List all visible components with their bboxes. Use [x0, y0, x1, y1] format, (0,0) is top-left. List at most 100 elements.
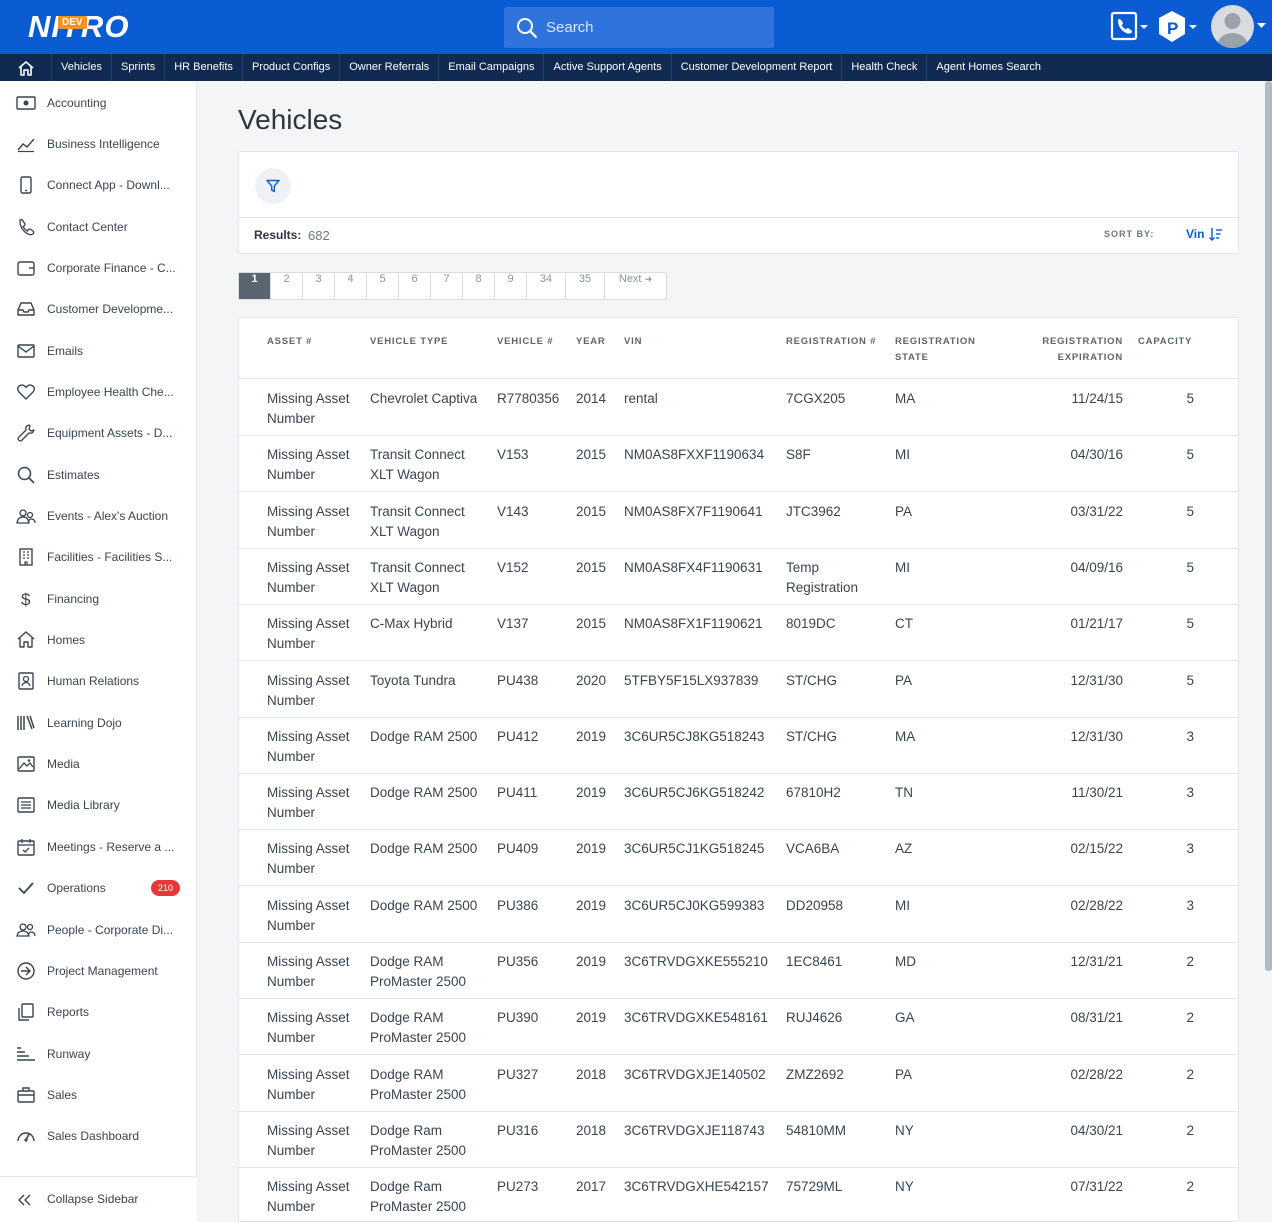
nav-link-active-support-agents[interactable]: Active Support Agents: [544, 54, 672, 81]
sidebar-item-media-library[interactable]: Media Library: [0, 785, 196, 826]
cell-reg: Temp Registration: [786, 559, 859, 595]
sidebar-item-homes[interactable]: Homes: [0, 620, 196, 661]
column-header-vin[interactable]: VIN: [624, 334, 642, 350]
phone-menu-icon[interactable]: [1110, 10, 1148, 44]
sidebar-item-contact-center[interactable]: Contact Center: [0, 206, 196, 247]
sidebar-item-project-management[interactable]: Project Management: [0, 950, 196, 991]
parking-menu-icon[interactable]: P: [1157, 10, 1199, 44]
next-page-button[interactable]: Next ➜: [605, 273, 666, 299]
nav-link-vehicles[interactable]: Vehicles: [52, 54, 112, 81]
home-nav-button[interactable]: [0, 54, 52, 81]
page-button-6[interactable]: 6: [399, 273, 431, 299]
table-row[interactable]: Missing Asset Number Dodge RAM 2500 PU386 2…: [239, 886, 1238, 943]
cell-asset: Missing Asset Number: [267, 841, 350, 877]
column-header-year[interactable]: YEAR: [576, 334, 606, 350]
sidebar-item-sales-dashboard[interactable]: Sales Dashboard: [0, 1116, 196, 1157]
sidebar-item-estimates[interactable]: Estimates: [0, 454, 196, 495]
sidebar-item-meetings-reserve-a[interactable]: Meetings - Reserve a ...: [0, 826, 196, 867]
column-header-vehicle-number[interactable]: VEHICLE #: [497, 334, 553, 350]
page-scrollbar[interactable]: [1265, 81, 1272, 971]
cell-exp: 12/31/21: [1070, 954, 1123, 969]
cell-vehicle: PU273: [497, 1179, 539, 1195]
nav-link-owner-referrals[interactable]: Owner Referrals: [340, 54, 440, 81]
cell-asset: Missing Asset Number: [267, 1066, 350, 1102]
nav-link-agent-homes-search[interactable]: Agent Homes Search: [927, 54, 1050, 81]
table-row[interactable]: Missing Asset Number Toyota Tundra PU438 20…: [239, 661, 1238, 718]
sidebar-item-human-relations[interactable]: Human Relations: [0, 661, 196, 702]
sidebar-item-financing[interactable]: $ Financing: [0, 578, 196, 619]
sidebar-item-business-intelligence[interactable]: Business Intelligence: [0, 123, 196, 164]
chevron-down-icon[interactable]: [1257, 23, 1266, 29]
table-row[interactable]: Missing Asset Number Dodge RAM 2500 PU409 2…: [239, 829, 1238, 887]
table-row[interactable]: Missing Asset Number Dodge RAM ProMaster …: [239, 942, 1238, 999]
sidebar-item-operations[interactable]: Operations 210: [0, 868, 196, 909]
table-row[interactable]: Missing Asset Number Dodge Ram ProMaster …: [239, 1167, 1238, 1221]
column-header-asset[interactable]: ASSET #: [267, 334, 312, 350]
table-row[interactable]: Missing Asset Number Transit Connect XLT …: [239, 435, 1238, 493]
nitro-logo[interactable]: NITRO DEV: [28, 10, 154, 44]
page-button-35[interactable]: 35: [566, 273, 605, 299]
cell-reg: 8019DC: [786, 616, 836, 632]
sidebar-item-runway[interactable]: Runway: [0, 1033, 196, 1074]
collapse-sidebar-button[interactable]: Collapse Sidebar: [0, 1176, 197, 1222]
column-header-registration-number[interactable]: REGISTRATION #: [786, 334, 876, 350]
column-header-registration-expiration[interactable]: REGISTRATION EXPIRATION: [1023, 334, 1123, 366]
sidebar-item-emails[interactable]: Emails: [0, 330, 196, 371]
cell-year: 2015: [576, 559, 607, 575]
nav-link-hr-benefits[interactable]: HR Benefits: [165, 54, 243, 81]
search-box[interactable]: [504, 7, 774, 48]
sidebar-item-connect-app-downl[interactable]: Connect App - Downl...: [0, 165, 196, 206]
page-button-9[interactable]: 9: [495, 273, 527, 299]
sidebar-item-learning-dojo[interactable]: Learning Dojo: [0, 702, 196, 743]
sidebar-item-customer-developme[interactable]: Customer Developme...: [0, 289, 196, 330]
table-row[interactable]: Missing Asset Number Dodge Ram ProMaster …: [239, 1111, 1238, 1168]
sidebar-item-employee-health-che[interactable]: Employee Health Che...: [0, 371, 196, 412]
table-row[interactable]: Missing Asset Number Dodge RAM ProMaster …: [239, 998, 1238, 1056]
sidebar-item-events-alex-s-auction[interactable]: Events - Alex's Auction: [0, 496, 196, 537]
table-row[interactable]: Missing Asset Number Transit Connect XLT …: [239, 492, 1238, 549]
cell-asset: Missing Asset Number: [267, 616, 350, 652]
table-row[interactable]: Missing Asset Number C-Max Hybrid V137 2015…: [239, 604, 1238, 662]
sidebar-item-people-corporate-di[interactable]: People - Corporate Di...: [0, 909, 196, 950]
page-button-4[interactable]: 4: [335, 273, 367, 299]
sort-direction-icon[interactable]: [1209, 227, 1223, 241]
page-button-2[interactable]: 2: [271, 273, 303, 299]
sidebar-item-media[interactable]: Media: [0, 744, 196, 785]
sort-by-dropdown[interactable]: Vin: [1186, 227, 1204, 241]
page-button-5[interactable]: 5: [367, 273, 399, 299]
nav-link-product-configs[interactable]: Product Configs: [243, 54, 341, 81]
sidebar-item-equipment-assets-d[interactable]: Equipment Assets - D...: [0, 413, 196, 454]
filter-button[interactable]: [255, 168, 291, 204]
table-row[interactable]: Missing Asset Number Dodge RAM ProMaster …: [239, 1055, 1238, 1112]
sidebar-item-sales[interactable]: Sales: [0, 1074, 196, 1115]
search-input[interactable]: [546, 7, 766, 48]
cell-state: PA: [895, 503, 913, 519]
nav-link-sprints[interactable]: Sprints: [112, 54, 166, 81]
cell-cap: 2: [1186, 1122, 1194, 1138]
sidebar-item-accounting[interactable]: Accounting: [0, 82, 196, 123]
nav-link-customer-development-report[interactable]: Customer Development Report: [672, 54, 843, 81]
sidebar-item-facilities-facilities-s[interactable]: Facilities - Facilities S...: [0, 537, 196, 578]
sidebar-item-reports[interactable]: Reports: [0, 992, 196, 1033]
people-icon: [16, 509, 36, 524]
column-header-capacity[interactable]: CAPACITY: [1138, 334, 1192, 350]
nav-link-health-check[interactable]: Health Check: [842, 54, 928, 81]
user-avatar[interactable]: [1211, 5, 1254, 48]
page-button-7[interactable]: 7: [431, 273, 463, 299]
sidebar-item-corporate-finance-c[interactable]: Corporate Finance - C...: [0, 247, 196, 288]
table-row[interactable]: Missing Asset Number Dodge RAM 2500 PU412 2…: [239, 717, 1238, 774]
page-button-1[interactable]: 1: [239, 273, 271, 299]
page-button-34[interactable]: 34: [527, 273, 566, 299]
sort-by-label: SORT BY:: [1104, 229, 1155, 239]
page-button-8[interactable]: 8: [463, 273, 495, 299]
cell-year: 2019: [576, 1010, 607, 1026]
page-button-3[interactable]: 3: [303, 273, 335, 299]
table-row[interactable]: Missing Asset Number Transit Connect XLT …: [239, 548, 1238, 605]
column-header-vehicle-type[interactable]: VEHICLE TYPE: [370, 334, 448, 350]
column-header-registration-state[interactable]: REGISTRATION STATE: [895, 334, 995, 366]
nav-link-email-campaigns[interactable]: Email Campaigns: [439, 54, 545, 81]
cell-vehicle: PU316: [497, 1122, 539, 1138]
table-row[interactable]: Missing Asset Number Dodge RAM 2500 PU411 2…: [239, 773, 1238, 831]
cell-cap: 2: [1186, 1066, 1194, 1082]
table-row[interactable]: Missing Asset Number Chevrolet Captiva R77…: [239, 379, 1238, 436]
